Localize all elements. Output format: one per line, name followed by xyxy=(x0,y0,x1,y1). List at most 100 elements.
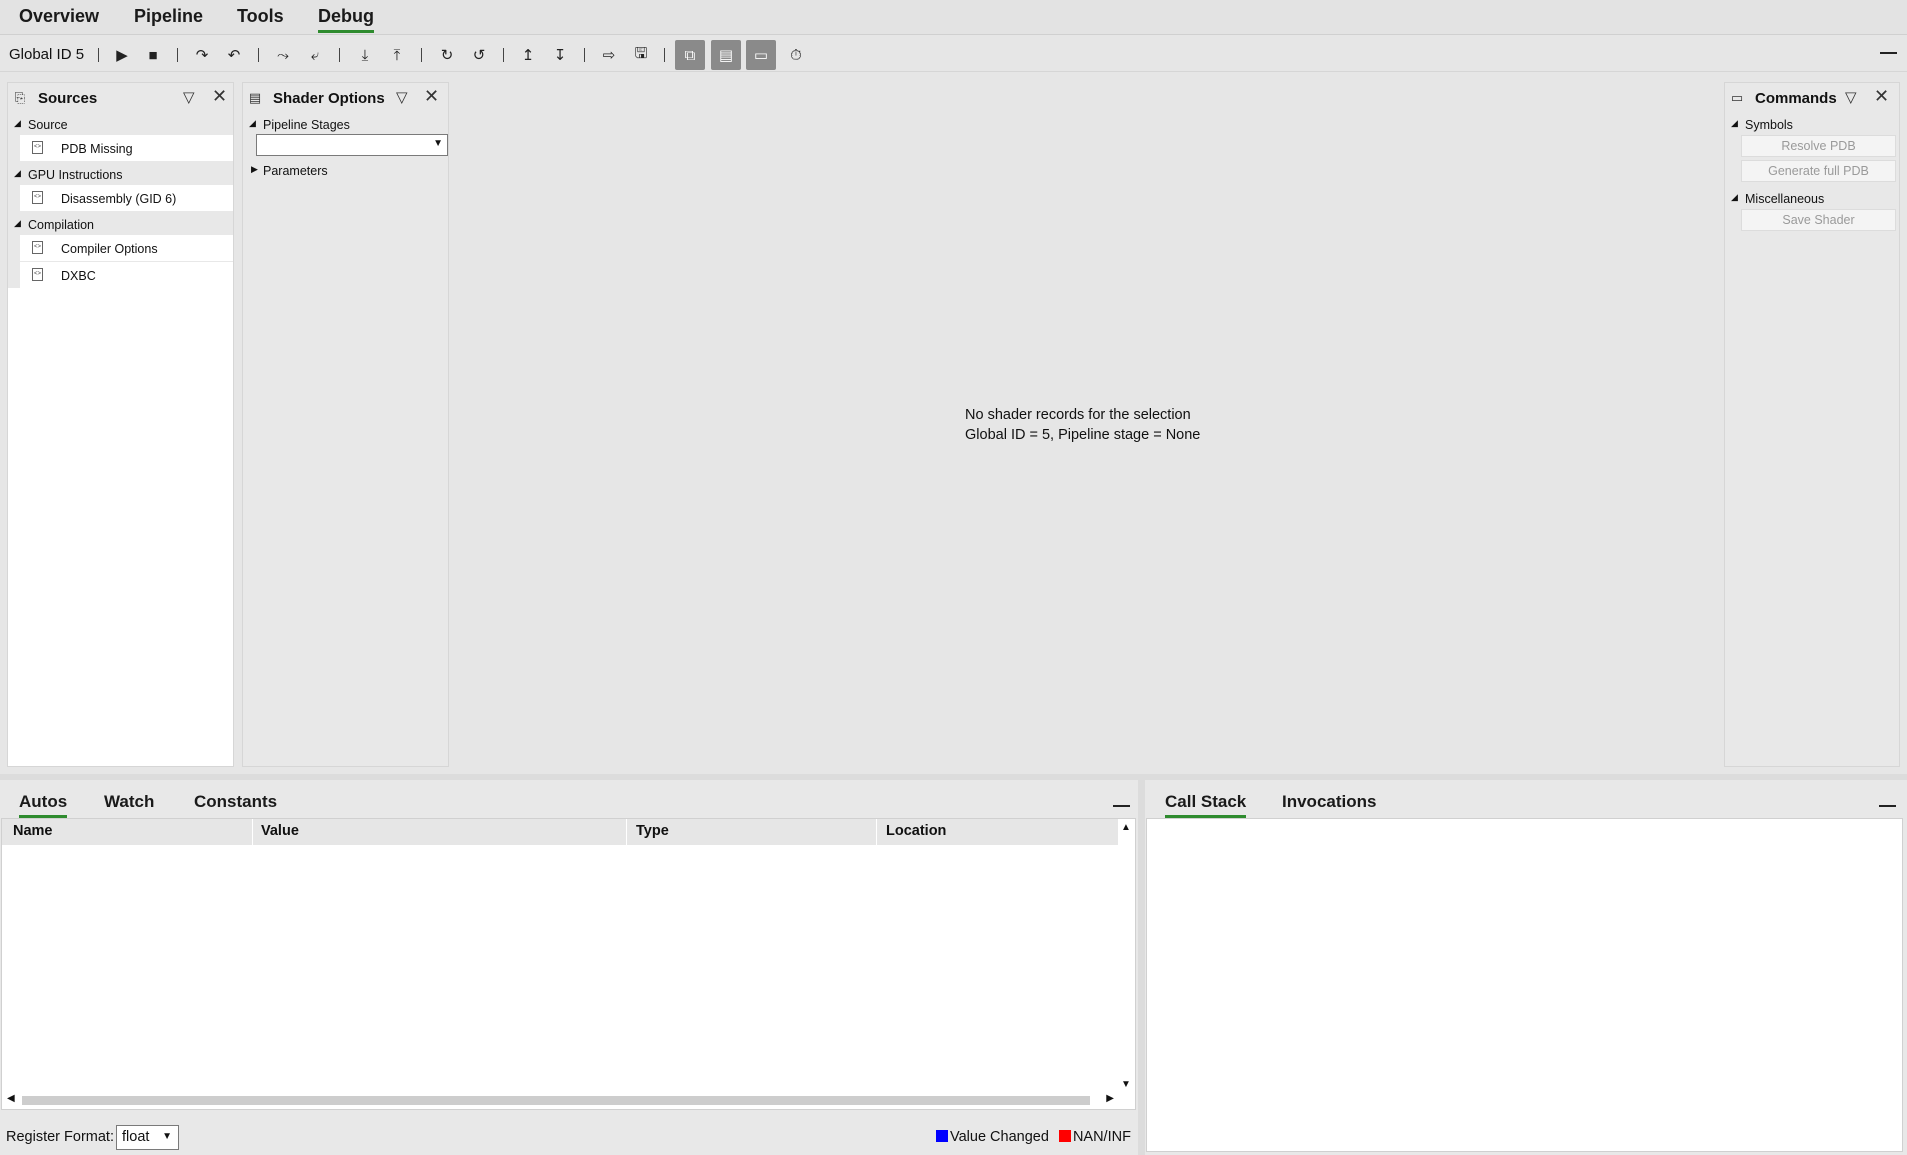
horizontal-scrollbar[interactable]: ◀ ▶ xyxy=(2,1092,1118,1109)
save-icon[interactable]: 🖫 xyxy=(628,42,654,68)
close-icon[interactable]: ✕ xyxy=(212,86,227,107)
group-miscellaneous[interactable]: ◢ Miscellaneous xyxy=(1725,189,1899,209)
table-header: Name Value Type Location xyxy=(2,819,1118,845)
message-line-2: Global ID = 5, Pipeline stage = None xyxy=(965,427,1201,443)
commands-view-icon[interactable]: ▭ xyxy=(746,40,776,70)
legend-nan-inf: NAN/INF xyxy=(1072,1129,1131,1145)
toolbar-separator xyxy=(503,48,504,62)
scroll-up-icon[interactable]: ▲ xyxy=(1121,822,1131,833)
vertical-splitter[interactable] xyxy=(1138,780,1145,1155)
tab-constants[interactable]: Constants xyxy=(194,792,277,815)
save-shader-button[interactable]: Save Shader xyxy=(1741,209,1896,231)
step-over-group-icon[interactable]: ⤳ xyxy=(270,42,296,68)
step-back-icon[interactable]: ↶ xyxy=(221,42,247,68)
global-id-label: Global ID 5 xyxy=(9,46,85,63)
column-header-location[interactable]: Location xyxy=(886,823,946,839)
group-pipeline-stages[interactable]: ◢ Pipeline Stages xyxy=(243,115,448,135)
toolbar-separator xyxy=(664,48,665,62)
minimize-icon[interactable] xyxy=(1879,805,1896,807)
shader-options-icon[interactable]: ▤ xyxy=(711,40,741,70)
play-icon[interactable]: ▶ xyxy=(109,42,135,68)
expand-triangle-icon: ◢ xyxy=(249,118,256,128)
stop-icon[interactable]: ■ xyxy=(140,42,166,68)
column-divider xyxy=(252,819,253,845)
minimize-icon[interactable] xyxy=(1113,805,1130,807)
list-item[interactable]: <> DXBC xyxy=(20,262,233,288)
tab-invocations[interactable]: Invocations xyxy=(1282,792,1376,815)
list-item[interactable]: <> PDB Missing xyxy=(20,135,233,161)
column-header-name[interactable]: Name xyxy=(13,823,53,839)
group-symbols[interactable]: ◢ Symbols xyxy=(1725,115,1899,135)
step-back-group-icon[interactable]: ⤶ xyxy=(302,42,328,68)
group-parameters[interactable]: ▶ Parameters xyxy=(243,161,448,181)
item-label: PDB Missing xyxy=(61,142,133,156)
dropdown-arrow-icon: ▼ xyxy=(433,138,443,149)
resolve-pdb-button[interactable]: Resolve PDB xyxy=(1741,135,1896,157)
group-label: Symbols xyxy=(1745,118,1793,132)
group-label: GPU Instructions xyxy=(28,168,123,182)
step-up-icon[interactable]: ↥ xyxy=(515,42,541,68)
column-header-value[interactable]: Value xyxy=(261,823,299,839)
filter-icon[interactable]: ▽ xyxy=(396,88,408,106)
shader-options-header: ▤ Shader Options ▽ ✕ xyxy=(243,83,448,113)
tab-call-stack[interactable]: Call Stack xyxy=(1165,792,1247,818)
minimize-icon[interactable] xyxy=(1880,52,1897,54)
source-file-icon: ⎘ xyxy=(14,90,26,105)
timer-icon[interactable]: ⏱ xyxy=(783,42,809,68)
legend-value-changed: Value Changed xyxy=(950,1129,1049,1145)
scroll-down-icon[interactable]: ▼ xyxy=(1121,1079,1131,1090)
group-gpu-instructions[interactable]: ◢ GPU Instructions xyxy=(8,165,233,185)
sources-panel-header: ⎘ Sources ▽ ✕ xyxy=(8,83,233,113)
legend: Value Changed NAN/INF xyxy=(936,1129,1131,1145)
toolbar-separator xyxy=(98,48,99,62)
register-format-label: Register Format: xyxy=(6,1129,114,1145)
toolbar-separator xyxy=(421,48,422,62)
source-view-icon[interactable]: ⧉ xyxy=(675,40,705,70)
tab-pipeline[interactable]: Pipeline xyxy=(134,6,203,30)
list-item[interactable]: <> Compiler Options xyxy=(20,235,233,261)
scrollbar-thumb[interactable] xyxy=(22,1096,1090,1105)
tab-debug[interactable]: Debug xyxy=(318,6,374,33)
goto-icon[interactable]: ⇨ xyxy=(596,42,622,68)
group-label: Pipeline Stages xyxy=(263,118,350,132)
source-file-icon: <> xyxy=(32,268,43,281)
toolbar-separator xyxy=(258,48,259,62)
pipeline-stages-select[interactable]: ▼ xyxy=(256,134,448,156)
step-over-icon[interactable]: ↷ xyxy=(189,42,215,68)
shader-options-panel: ▤ Shader Options ▽ ✕ ◢ Pipeline Stages ▼… xyxy=(242,82,449,767)
group-compilation[interactable]: ◢ Compilation xyxy=(8,215,233,235)
step-out-icon[interactable]: ⤒ xyxy=(384,42,410,68)
close-icon[interactable]: ✕ xyxy=(1874,86,1889,107)
tab-tools[interactable]: Tools xyxy=(237,6,284,30)
shader-options-title: Shader Options xyxy=(273,90,385,107)
collapsed-triangle-icon: ▶ xyxy=(251,164,258,174)
source-file-icon: <> xyxy=(32,141,43,154)
group-label: Miscellaneous xyxy=(1745,192,1825,206)
tab-overview[interactable]: Overview xyxy=(19,6,99,30)
column-header-type[interactable]: Type xyxy=(636,823,669,839)
step-into-icon[interactable]: ⤓ xyxy=(352,42,378,68)
register-format-select[interactable]: float ▼ xyxy=(116,1125,179,1150)
filter-icon[interactable]: ▽ xyxy=(1845,88,1857,106)
dropdown-arrow-icon: ▼ xyxy=(162,1131,172,1142)
vertical-scrollbar[interactable]: ▲ ▼ xyxy=(1118,819,1135,1093)
close-icon[interactable]: ✕ xyxy=(424,86,439,107)
autos-table: Name Value Type Location ▲ ▼ ◀ ▶ xyxy=(1,818,1136,1110)
nan-inf-swatch xyxy=(1058,1130,1071,1142)
expand-triangle-icon: ◢ xyxy=(14,168,21,178)
tab-autos[interactable]: Autos xyxy=(19,792,68,818)
loop-forward-icon[interactable]: ↻ xyxy=(434,42,460,68)
group-source[interactable]: ◢ Source xyxy=(8,115,233,135)
item-label: Compiler Options xyxy=(61,242,158,256)
top-tab-bar: Overview Pipeline Tools Debug xyxy=(0,0,1907,35)
list-item[interactable]: <> Disassembly (GID 6) xyxy=(20,185,233,211)
step-down-icon[interactable]: ↧ xyxy=(547,42,573,68)
scroll-left-icon[interactable]: ◀ xyxy=(7,1093,15,1104)
scroll-right-icon[interactable]: ▶ xyxy=(1106,1093,1114,1104)
loop-back-icon[interactable]: ↺ xyxy=(466,42,492,68)
tab-watch[interactable]: Watch xyxy=(104,792,154,815)
generate-full-pdb-button[interactable]: Generate full PDB xyxy=(1741,160,1896,182)
filter-icon[interactable]: ▽ xyxy=(183,88,195,106)
message-line-1: No shader records for the selection xyxy=(965,407,1191,423)
toolbar-separator xyxy=(339,48,340,62)
